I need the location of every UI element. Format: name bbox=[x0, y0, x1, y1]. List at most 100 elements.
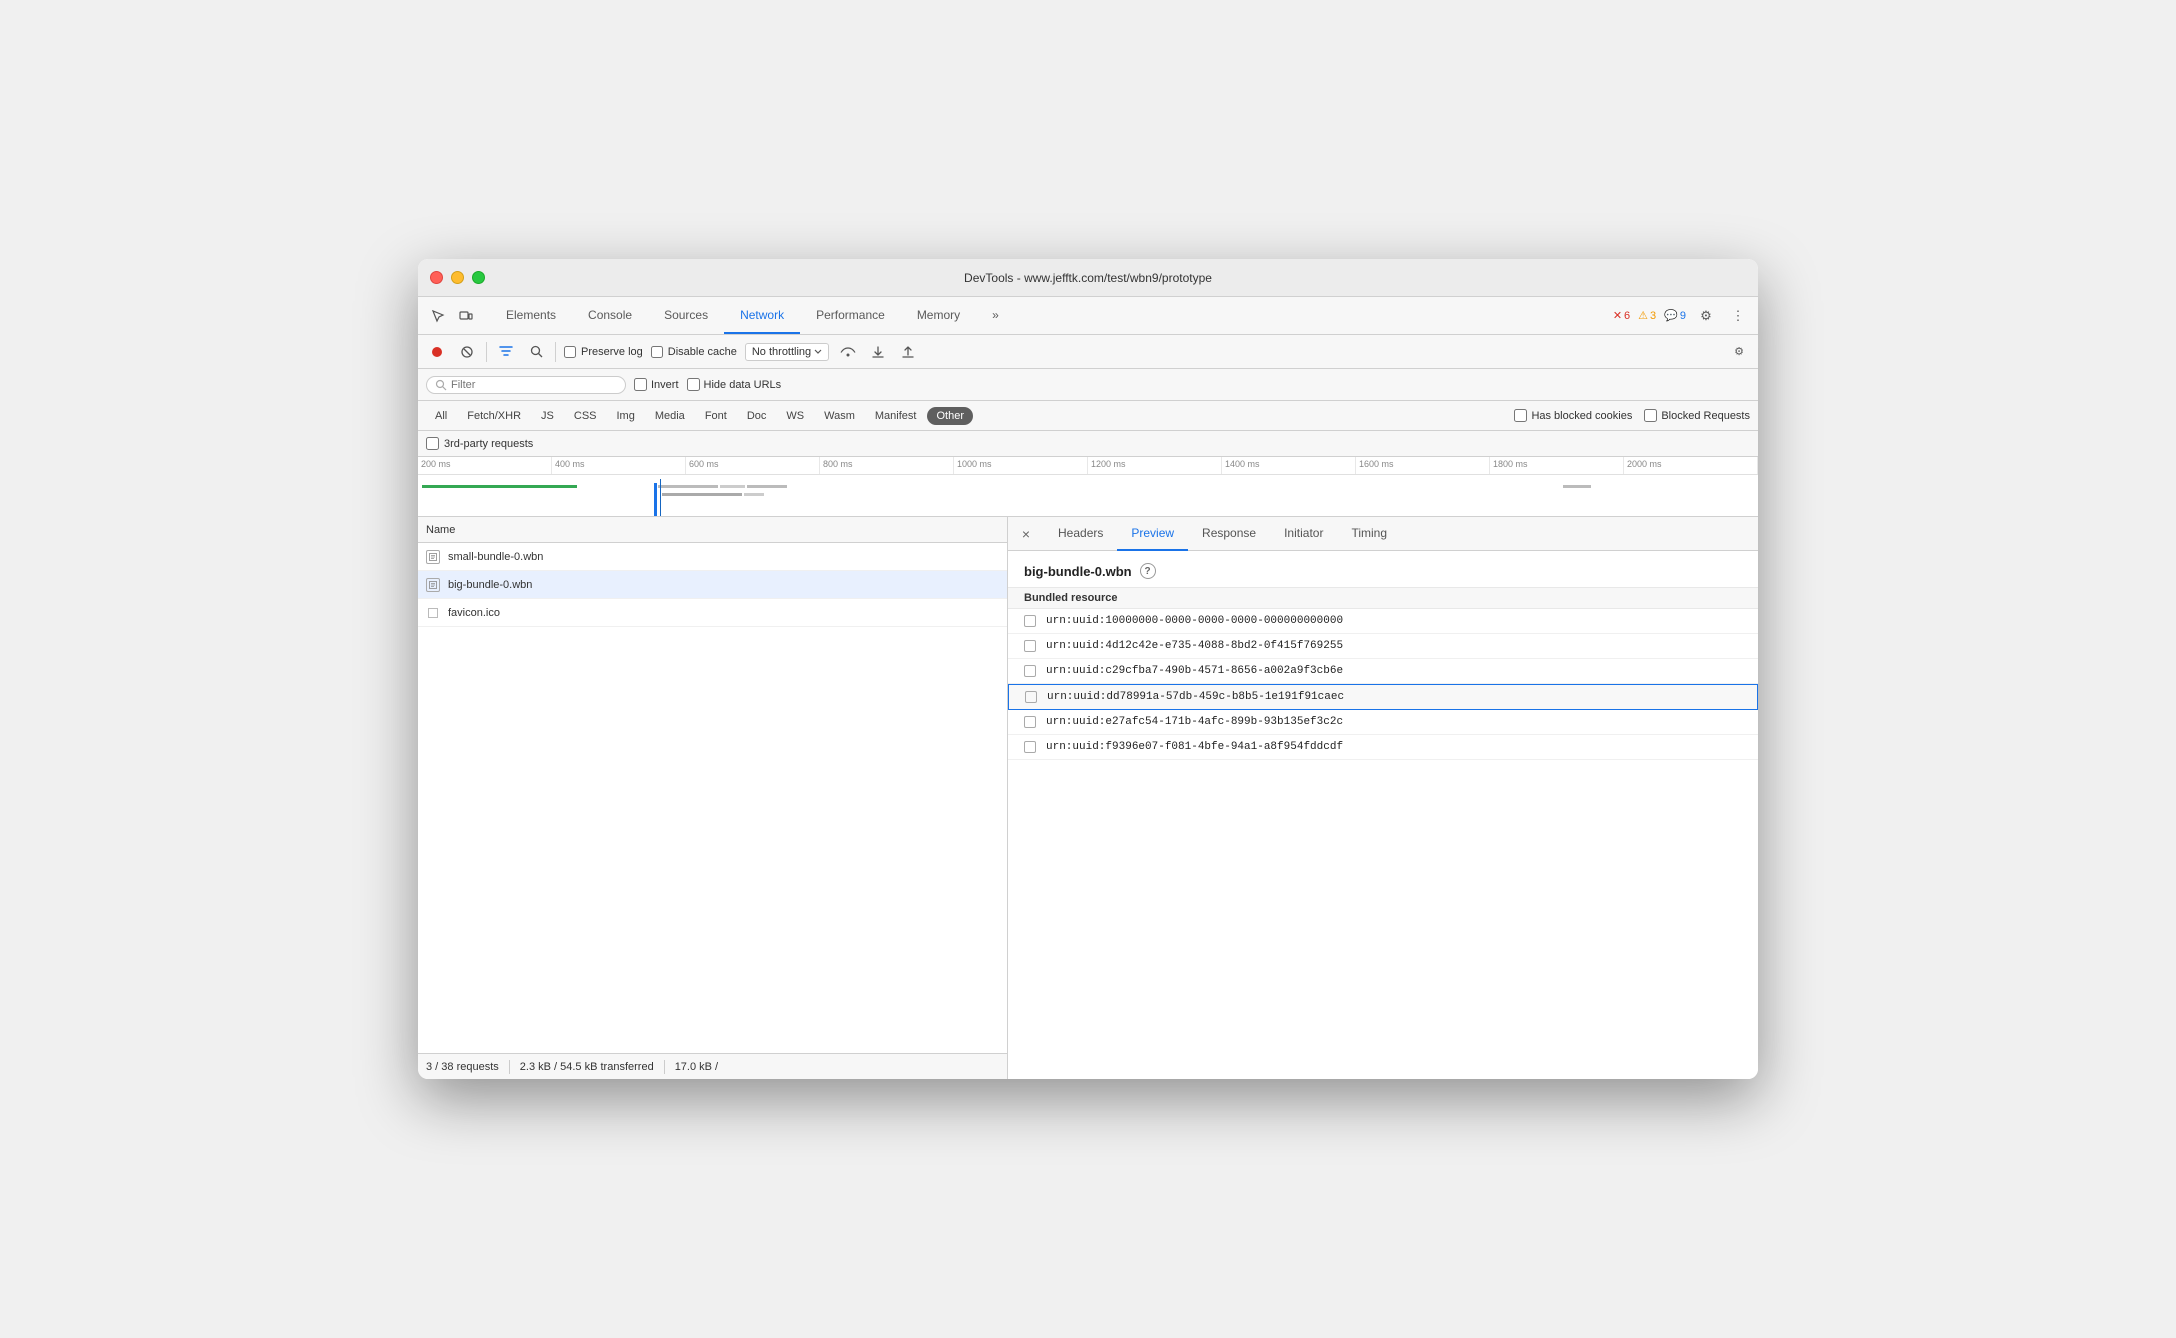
main-tab-bar: Elements Console Sources Network Perform… bbox=[418, 297, 1758, 335]
warning-count: 3 bbox=[1650, 310, 1656, 322]
request-row-small-bundle[interactable]: small-bundle-0.wbn bbox=[418, 543, 1007, 571]
third-party-checkbox[interactable] bbox=[426, 437, 439, 450]
invert-label[interactable]: Invert bbox=[634, 378, 679, 391]
type-filter-right: Has blocked cookies Blocked Requests bbox=[1514, 409, 1750, 422]
search-icon[interactable] bbox=[525, 341, 547, 363]
requests-count: 3 / 38 requests bbox=[426, 1061, 499, 1073]
maximize-button[interactable] bbox=[472, 271, 485, 284]
export-icon[interactable] bbox=[897, 341, 919, 363]
preserve-log-label[interactable]: Preserve log bbox=[564, 346, 643, 358]
network-conditions-icon[interactable] bbox=[837, 341, 859, 363]
filter-input[interactable] bbox=[451, 379, 611, 391]
timeline-gray-bars-2 bbox=[662, 493, 764, 496]
request-row-favicon[interactable]: favicon.ico bbox=[418, 599, 1007, 627]
type-btn-css[interactable]: CSS bbox=[565, 407, 606, 425]
request-row-big-bundle[interactable]: big-bundle-0.wbn bbox=[418, 571, 1007, 599]
type-btn-js[interactable]: JS bbox=[532, 407, 563, 425]
requests-header: Name bbox=[418, 517, 1007, 543]
type-btn-all[interactable]: All bbox=[426, 407, 456, 425]
device-toolbar-icon[interactable] bbox=[454, 304, 478, 328]
network-toolbar: Preserve log Disable cache No throttling bbox=[418, 335, 1758, 369]
rtab-preview[interactable]: Preview bbox=[1117, 517, 1188, 551]
blocked-requests-checkbox[interactable] bbox=[1644, 409, 1657, 422]
more-icon[interactable]: ⋮ bbox=[1726, 304, 1750, 328]
type-btn-wasm[interactable]: Wasm bbox=[815, 407, 864, 425]
rtab-response[interactable]: Response bbox=[1188, 517, 1270, 551]
network-timeline: 200 ms 400 ms 600 ms 800 ms 1000 ms 1200… bbox=[418, 457, 1758, 517]
type-btn-img[interactable]: Img bbox=[608, 407, 644, 425]
resource-checkbox-r2[interactable] bbox=[1024, 640, 1036, 652]
tab-elements[interactable]: Elements bbox=[490, 297, 572, 334]
resource-checkbox-r3[interactable] bbox=[1024, 665, 1036, 677]
filter-input-wrap bbox=[426, 376, 626, 394]
blocked-requests-label[interactable]: Blocked Requests bbox=[1644, 409, 1750, 422]
type-btn-fetch-xhr[interactable]: Fetch/XHR bbox=[458, 407, 530, 425]
settings-icon[interactable]: ⚙ bbox=[1694, 304, 1718, 328]
hide-data-urls-label[interactable]: Hide data URLs bbox=[687, 378, 782, 391]
has-blocked-cookies-label[interactable]: Has blocked cookies bbox=[1514, 409, 1632, 422]
tick-7: 1600 ms bbox=[1356, 457, 1490, 474]
close-button[interactable] bbox=[430, 271, 443, 284]
settings-gear-icon[interactable]: ⚙ bbox=[1728, 341, 1750, 363]
tab-performance[interactable]: Performance bbox=[800, 297, 901, 334]
tab-network[interactable]: Network bbox=[724, 297, 800, 334]
import-icon[interactable] bbox=[867, 341, 889, 363]
tab-more[interactable]: » bbox=[976, 297, 1015, 334]
tick-4: 1000 ms bbox=[954, 457, 1088, 474]
record-button[interactable] bbox=[426, 341, 448, 363]
resource-item-r2[interactable]: urn:uuid:4d12c42e-e735-4088-8bd2-0f415f7… bbox=[1008, 634, 1758, 659]
tab-memory[interactable]: Memory bbox=[901, 297, 976, 334]
type-btn-doc[interactable]: Doc bbox=[738, 407, 776, 425]
throttle-dropdown[interactable]: No throttling bbox=[745, 343, 829, 361]
request-icon-big-bundle bbox=[426, 578, 440, 592]
error-icon: ✕ bbox=[1613, 309, 1622, 322]
inspect-icon[interactable] bbox=[426, 304, 450, 328]
minimize-button[interactable] bbox=[451, 271, 464, 284]
rtab-initiator[interactable]: Initiator bbox=[1270, 517, 1337, 551]
resource-item-r1[interactable]: urn:uuid:10000000-0000-0000-0000-0000000… bbox=[1008, 609, 1758, 634]
disable-cache-label[interactable]: Disable cache bbox=[651, 346, 737, 358]
tab-console[interactable]: Console bbox=[572, 297, 648, 334]
warning-icon: ⚠ bbox=[1638, 309, 1648, 322]
toolbar-sep-1 bbox=[486, 342, 487, 362]
filter-icon[interactable] bbox=[495, 341, 517, 363]
timeline-gray-bars bbox=[658, 485, 787, 488]
traffic-lights bbox=[430, 271, 485, 284]
type-btn-ws[interactable]: WS bbox=[777, 407, 813, 425]
title-bar: DevTools - www.jefftk.com/test/wbn9/prot… bbox=[418, 259, 1758, 297]
hide-data-urls-checkbox[interactable] bbox=[687, 378, 700, 391]
resource-item-r4[interactable]: urn:uuid:dd78991a-57db-459c-b8b5-1e191f9… bbox=[1008, 684, 1758, 710]
help-icon[interactable]: ? bbox=[1140, 563, 1156, 579]
type-btn-font[interactable]: Font bbox=[696, 407, 736, 425]
type-btn-media[interactable]: Media bbox=[646, 407, 694, 425]
resource-checkbox-r1[interactable] bbox=[1024, 615, 1036, 627]
error-badge[interactable]: ✕ 6 bbox=[1613, 309, 1630, 322]
warning-badge[interactable]: ⚠ 3 bbox=[1638, 309, 1656, 322]
close-panel-button[interactable]: × bbox=[1016, 524, 1036, 544]
has-blocked-cookies-checkbox[interactable] bbox=[1514, 409, 1527, 422]
toolbar-sep-2 bbox=[555, 342, 556, 362]
third-party-label[interactable]: 3rd-party requests bbox=[426, 437, 533, 450]
resource-urn-r1: urn:uuid:10000000-0000-0000-0000-0000000… bbox=[1046, 615, 1343, 627]
resource-urn-r5: urn:uuid:e27afc54-171b-4afc-899b-93b135e… bbox=[1046, 716, 1343, 728]
status-sep-2 bbox=[664, 1060, 665, 1074]
resource-checkbox-r4[interactable] bbox=[1025, 691, 1037, 703]
invert-checkbox[interactable] bbox=[634, 378, 647, 391]
clear-button[interactable] bbox=[456, 341, 478, 363]
type-btn-other[interactable]: Other bbox=[927, 407, 973, 425]
message-badge[interactable]: 💬 9 bbox=[1664, 309, 1686, 322]
tick-1: 400 ms bbox=[552, 457, 686, 474]
disable-cache-checkbox[interactable] bbox=[651, 346, 663, 358]
resource-item-r6[interactable]: urn:uuid:f9396e07-f081-4bfe-94a1-a8f954f… bbox=[1008, 735, 1758, 760]
preserve-log-checkbox[interactable] bbox=[564, 346, 576, 358]
resource-item-r3[interactable]: urn:uuid:c29cfba7-490b-4571-8656-a002a9f… bbox=[1008, 659, 1758, 684]
main-area: Name small-bundle-0.wbn bbox=[418, 517, 1758, 1079]
rtab-headers[interactable]: Headers bbox=[1044, 517, 1117, 551]
tab-sources[interactable]: Sources bbox=[648, 297, 724, 334]
resource-checkbox-r6[interactable] bbox=[1024, 741, 1036, 753]
rtab-timing[interactable]: Timing bbox=[1337, 517, 1401, 551]
filter-bar: Invert Hide data URLs bbox=[418, 369, 1758, 401]
resource-item-r5[interactable]: urn:uuid:e27afc54-171b-4afc-899b-93b135e… bbox=[1008, 710, 1758, 735]
type-btn-manifest[interactable]: Manifest bbox=[866, 407, 926, 425]
resource-checkbox-r5[interactable] bbox=[1024, 716, 1036, 728]
